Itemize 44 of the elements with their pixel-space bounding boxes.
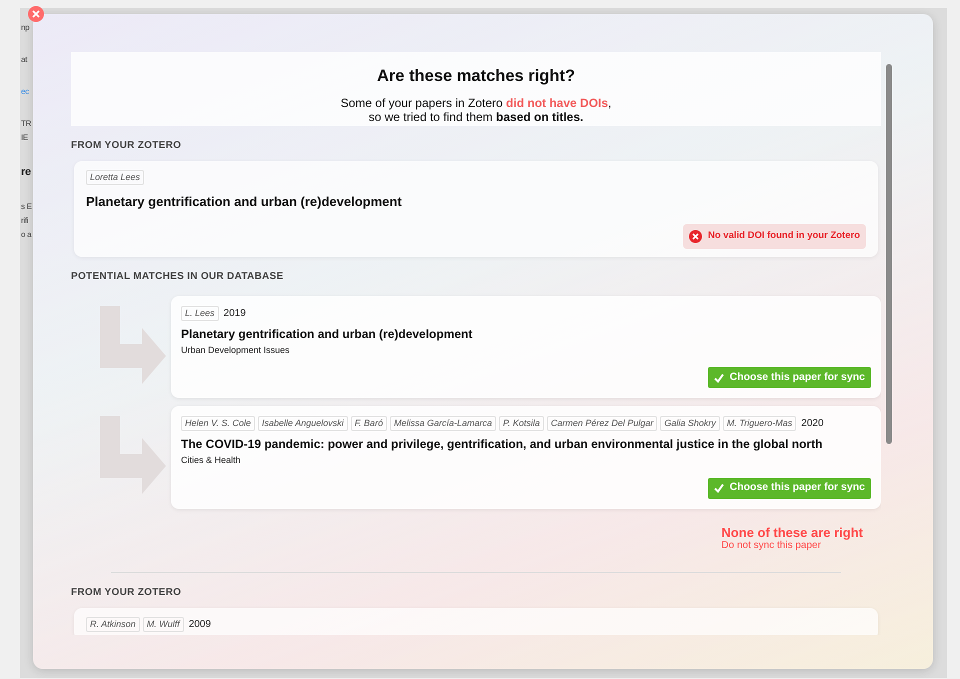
background-text: np [21, 22, 30, 34]
close-icon [32, 10, 40, 18]
choose-paper-button[interactable]: Choose this paper for sync [708, 367, 871, 388]
author-tag: Isabelle Anguelovski [258, 416, 348, 431]
author-tag: M. Wulff [142, 616, 184, 632]
background-text: IE [21, 132, 28, 144]
section-label: FROM YOUR ZOTERO [71, 586, 182, 600]
error-text: No valid DOI found in your Zotero [708, 229, 860, 244]
paper-title: Planetary gentrification and urban (re)development [86, 192, 403, 211]
background-text: o a [21, 228, 32, 240]
author-tag: Helen V. S. Cole [181, 416, 255, 431]
author-tag: L. Lees [181, 306, 219, 320]
author-tag: F. Baró [350, 416, 387, 431]
paper-title: Planetary gentrification and urban (re)development [181, 326, 474, 342]
background-text: rifi [21, 214, 28, 226]
background-text: TR [21, 118, 32, 130]
section-label: POTENTIAL MATCHES IN OUR DATABASE [71, 270, 284, 284]
reject-matches-button[interactable]: None of these are right Do not sync this paper [721, 524, 863, 552]
dialog-subtitle: Some of your papers in Zotero did not have DOIs, so we tried to find them based on titles. [340, 96, 612, 124]
choose-paper-button[interactable]: Choose this paper for sync [708, 478, 871, 498]
close-button[interactable] [28, 6, 44, 22]
year-text: 2009 [188, 618, 211, 632]
journal-text: Urban Development Issues [181, 344, 291, 357]
paper-title: The COVID-19 pandemic: power and privilege, gentrification, and urban environmental justice in the global north [181, 436, 824, 452]
turn-arrow-icon [98, 306, 168, 386]
background-text: at [21, 54, 28, 66]
check-icon [714, 483, 724, 493]
check-icon [714, 372, 724, 382]
author-tag: Carmen Pérez Del Pulgar [546, 416, 658, 431]
author-tag: Loretta Lees [86, 170, 144, 185]
journal-text: Cities & Health [181, 454, 242, 467]
author-tag: P. Kotsila [498, 416, 544, 431]
year-text: 2020 [801, 417, 824, 431]
author-tag: M. Triguero-Mas [722, 416, 796, 431]
author-tag: Melissa García-Lamarca [390, 416, 496, 431]
dialog-title: Are these matches right? [376, 66, 576, 87]
background-text: s E [21, 200, 32, 212]
background-text: ec [21, 86, 29, 98]
year-text: 2019 [224, 306, 246, 320]
section-label: FROM YOUR ZOTERO [71, 138, 182, 153]
background-text: re [21, 165, 31, 180]
author-tag: R. Atkinson [86, 616, 140, 632]
author-tag: Galia Shokry [660, 416, 720, 431]
error-icon [689, 230, 702, 243]
